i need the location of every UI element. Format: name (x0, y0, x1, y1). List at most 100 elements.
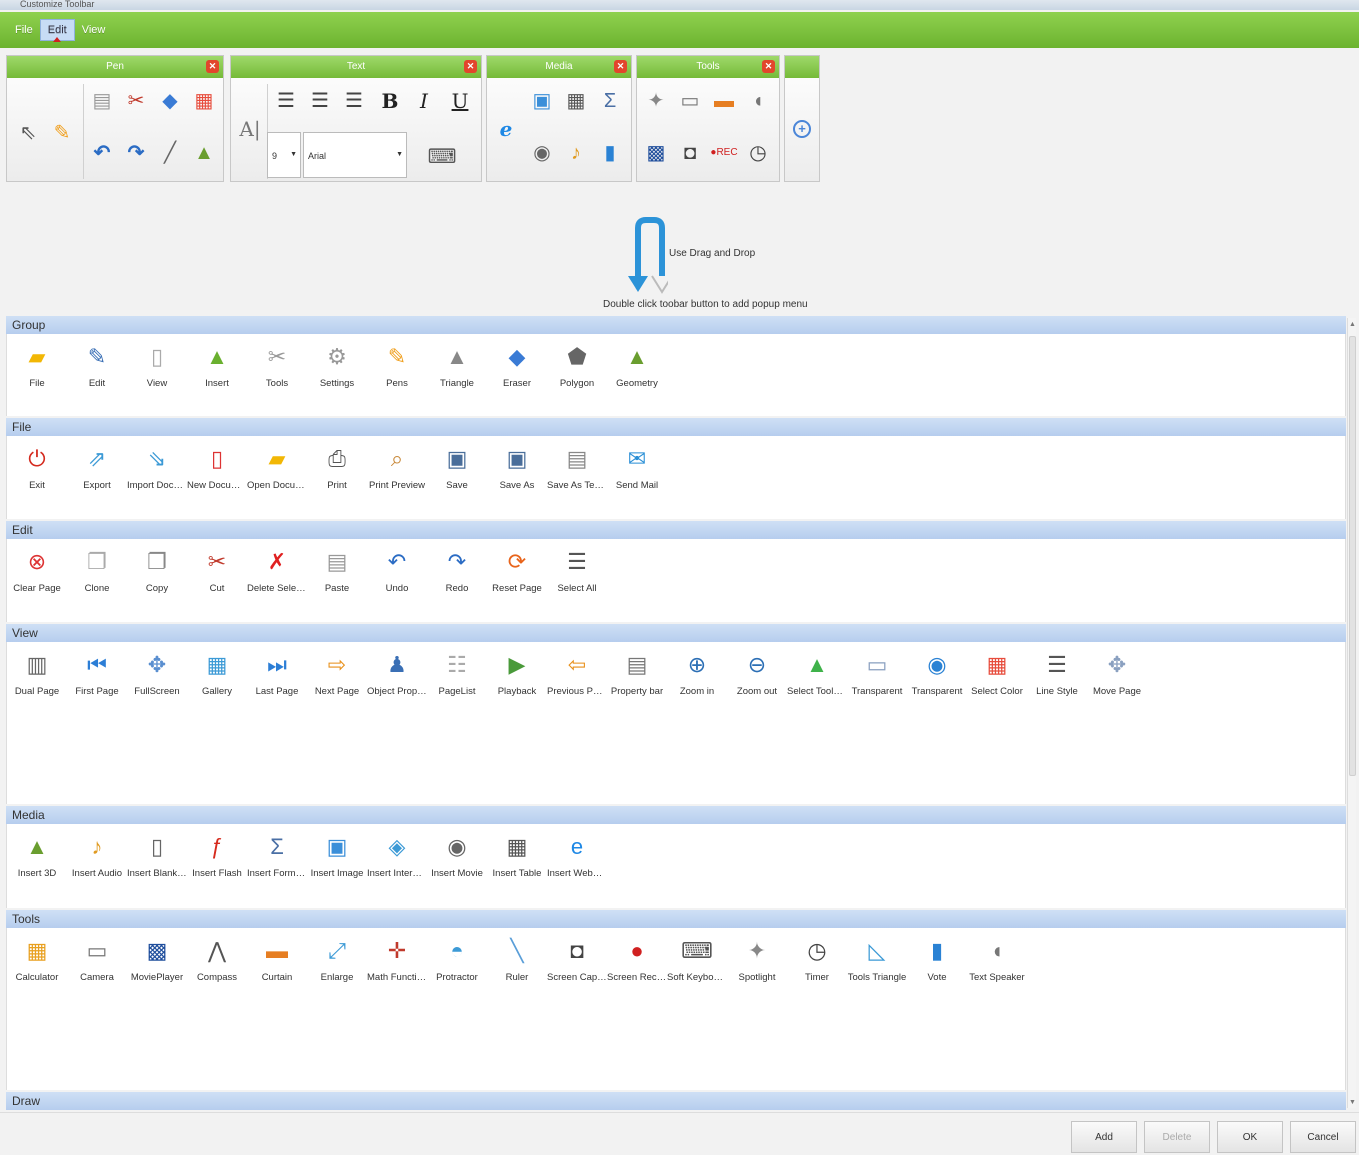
tool-item[interactable]: ⏻ Exit (7, 444, 67, 510)
paste-icon[interactable]: ▤ (87, 86, 117, 116)
internet-explorer-icon[interactable]: e (491, 114, 521, 144)
tool-item[interactable]: ⬟ Polygon (547, 342, 607, 408)
tool-item[interactable]: ▯ View (127, 342, 187, 408)
ok-button[interactable]: OK (1217, 1121, 1283, 1153)
tool-item[interactable]: ✦ Spotlight (727, 936, 787, 1002)
tool-item[interactable]: ◈ Insert Internet... (367, 832, 427, 898)
tool-item[interactable]: ✥ FullScreen (127, 650, 187, 716)
tool-item[interactable]: ╲ Ruler (487, 936, 547, 1002)
menu-edit[interactable]: Edit (39, 19, 75, 42)
tool-item[interactable]: ⊖ Zoom out (727, 650, 787, 716)
tool-item[interactable]: ▲ Select Toolba... (787, 650, 847, 716)
text-box-icon[interactable]: A| (235, 114, 265, 144)
tool-item[interactable]: ◘ Screen Capture (547, 936, 607, 1002)
tools-panel-close-icon[interactable]: ✕ (762, 60, 775, 73)
table-icon[interactable]: ▦ (561, 86, 591, 116)
tool-item[interactable]: ▯ Insert Blank P... (127, 832, 187, 898)
underline-icon[interactable]: U (445, 86, 475, 116)
tool-item[interactable]: ▦ Insert Table (487, 832, 547, 898)
screen-capture-icon[interactable]: ◘ (675, 138, 705, 168)
font-size-select[interactable]: 9 ▼ (267, 132, 301, 178)
eraser-icon[interactable]: ◆ (155, 86, 185, 116)
tool-item[interactable]: ✎ Edit (67, 342, 127, 408)
tool-item[interactable]: ▭ Transparent (847, 650, 907, 716)
add-button[interactable]: Add (1071, 1121, 1137, 1153)
line-icon[interactable]: ╱ (155, 138, 185, 168)
tool-item[interactable]: ▲ Triangle (427, 342, 487, 408)
tool-item[interactable]: ◖ Text Speaker (967, 936, 1027, 1002)
scissors-icon[interactable]: ✂ (121, 86, 151, 116)
pen-icon[interactable]: ✎ (47, 118, 77, 148)
screen-record-icon[interactable]: ●REC (709, 138, 739, 168)
formula-icon[interactable]: Σ (595, 86, 625, 116)
timer-icon[interactable]: ◷ (743, 138, 773, 168)
tool-item[interactable]: ● Screen Record (607, 936, 667, 1002)
tool-item[interactable]: ▤ Paste (307, 547, 367, 613)
tool-item[interactable]: ♟ Object Property (367, 650, 427, 716)
tool-item[interactable]: ▯ New Document (187, 444, 247, 510)
font-name-select[interactable]: Arial ▼ (303, 132, 407, 178)
undo-icon[interactable]: ↶ (87, 138, 117, 168)
text-panel-close-icon[interactable]: ✕ (464, 60, 477, 73)
media-panel-close-icon[interactable]: ✕ (614, 60, 627, 73)
tool-item[interactable]: ⌕ Print Preview (367, 444, 427, 510)
curtain-icon[interactable]: ▬ (709, 86, 739, 116)
tool-item[interactable]: ▥ Dual Page (7, 650, 67, 716)
tool-item[interactable]: ◉ Insert Movie (427, 832, 487, 898)
tool-item[interactable]: ▣ Save As (487, 444, 547, 510)
tool-item[interactable]: ⇘ Import Docum... (127, 444, 187, 510)
tool-item[interactable]: ♪ Insert Audio (67, 832, 127, 898)
tool-item[interactable]: ⊕ Zoom in (667, 650, 727, 716)
tool-item[interactable]: ☷ PageList (427, 650, 487, 716)
tool-item[interactable]: ◓ Protractor (427, 936, 487, 1002)
color-palette-icon[interactable]: ▦ (189, 86, 219, 116)
tool-item[interactable]: ✥ Move Page (1087, 650, 1147, 716)
tool-item[interactable]: ⇗ Export (67, 444, 127, 510)
tool-item[interactable]: ↷ Redo (427, 547, 487, 613)
tool-item[interactable]: ▤ Save As Tem... (547, 444, 607, 510)
tool-item[interactable]: ▣ Save (427, 444, 487, 510)
tool-item[interactable]: ◉ Transparent (907, 650, 967, 716)
tool-item[interactable]: ⤢ Enlarge (307, 936, 367, 1002)
bold-icon[interactable]: B (375, 86, 405, 116)
tool-item[interactable]: ƒ Insert Flash (187, 832, 247, 898)
tool-item[interactable]: ⇨ Next Page (307, 650, 367, 716)
tool-item[interactable]: ⇦ Previous Page (547, 650, 607, 716)
tool-item[interactable]: ◺ Tools Triangle (847, 936, 907, 1002)
tool-item[interactable]: ✗ Delete Selected (247, 547, 307, 613)
tool-item[interactable]: ⊗ Clear Page (7, 547, 67, 613)
pen-panel-close-icon[interactable]: ✕ (206, 60, 219, 73)
tool-item[interactable]: ▦ Select Color (967, 650, 1027, 716)
cancel-button[interactable]: Cancel (1290, 1121, 1356, 1153)
scroll-down-icon[interactable]: ▼ (1348, 1098, 1357, 1107)
align-center-icon[interactable]: ☰ (305, 86, 335, 116)
redo-icon[interactable]: ↷ (121, 138, 151, 168)
text-speaker-icon[interactable]: ◖ (743, 86, 773, 116)
tool-item[interactable]: ☰ Select All (547, 547, 607, 613)
delete-button[interactable]: Delete (1144, 1121, 1210, 1153)
tool-item[interactable]: ▲ Insert 3D (7, 832, 67, 898)
tool-item[interactable]: ⋀ Compass (187, 936, 247, 1002)
tool-item[interactable]: ✉ Send Mail (607, 444, 667, 510)
camera-icon[interactable]: ▭ (675, 86, 705, 116)
menu-file[interactable]: File (8, 20, 40, 40)
tool-item[interactable]: ⏭ Last Page (247, 650, 307, 716)
tool-item[interactable]: ✎ Pens (367, 342, 427, 408)
geometry-icon[interactable]: ▲ (189, 138, 219, 168)
tool-item[interactable]: ◷ Timer (787, 936, 847, 1002)
tool-item[interactable]: e Insert WebBr... (547, 832, 607, 898)
image-icon[interactable]: ▣ (527, 86, 557, 116)
tool-item[interactable]: ▶ Playback (487, 650, 547, 716)
tool-item[interactable]: ⌨ Soft Keyboard (667, 936, 727, 1002)
tool-item[interactable]: ▤ Property bar (607, 650, 667, 716)
tool-item[interactable]: ▭ Camera (67, 936, 127, 1002)
tool-item[interactable]: ▰ Open Document (247, 444, 307, 510)
align-left-icon[interactable]: ☰ (271, 86, 301, 116)
spotlight-icon[interactable]: ✦ (641, 86, 671, 116)
tool-item[interactable]: ▦ Calculator (7, 936, 67, 1002)
align-right-icon[interactable]: ☰ (339, 86, 369, 116)
vote-icon[interactable]: ▮ (595, 138, 625, 168)
tool-item[interactable]: ⏮ First Page (67, 650, 127, 716)
add-group-icon[interactable]: + (793, 120, 811, 138)
tool-item[interactable]: ✂ Tools (247, 342, 307, 408)
